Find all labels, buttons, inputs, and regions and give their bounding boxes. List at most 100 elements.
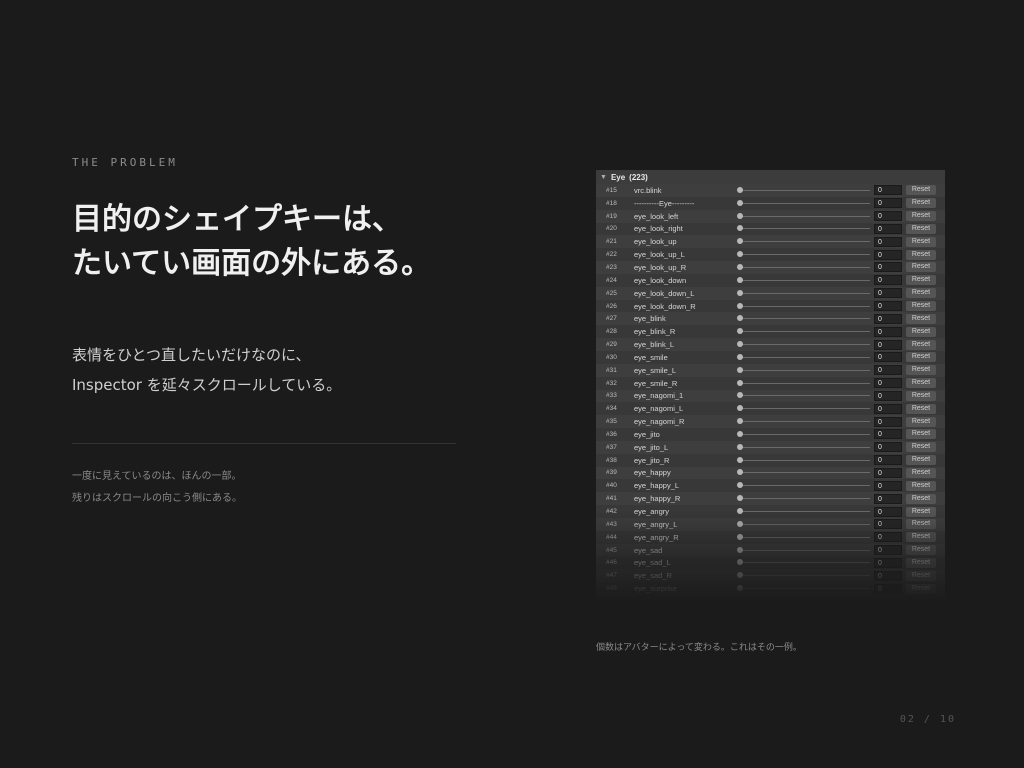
weight-slider[interactable] — [737, 585, 870, 592]
slider-knob-icon[interactable] — [737, 251, 743, 258]
eye-foldout-header[interactable]: ▼ Eye (223) — [596, 170, 945, 184]
weight-value-field[interactable]: 0 — [874, 365, 902, 376]
weight-value-field[interactable]: 0 — [874, 403, 902, 414]
weight-slider[interactable] — [737, 392, 870, 399]
weight-value-field[interactable]: 0 — [874, 236, 902, 247]
weight-slider[interactable] — [737, 225, 870, 232]
reset-button[interactable]: Reset — [906, 506, 936, 517]
weight-value-field[interactable]: 0 — [874, 198, 902, 209]
weight-slider[interactable] — [737, 520, 870, 527]
weight-slider[interactable] — [737, 315, 870, 322]
weight-slider[interactable] — [737, 251, 870, 258]
weight-slider[interactable] — [737, 212, 870, 219]
weight-slider[interactable] — [737, 328, 870, 335]
weight-value-field[interactable]: 0 — [874, 249, 902, 260]
slider-knob-icon[interactable] — [737, 212, 743, 219]
slider-knob-icon[interactable] — [737, 225, 743, 232]
reset-button[interactable]: Reset — [906, 326, 936, 337]
weight-value-field[interactable]: 0 — [874, 467, 902, 478]
reset-button[interactable]: Reset — [906, 403, 936, 414]
weight-value-field[interactable]: 0 — [874, 455, 902, 466]
weight-slider[interactable] — [737, 469, 870, 476]
reset-button[interactable]: Reset — [906, 455, 936, 466]
slider-knob-icon[interactable] — [737, 533, 743, 540]
weight-slider[interactable] — [737, 289, 870, 296]
slider-knob-icon[interactable] — [737, 559, 743, 566]
reset-button[interactable]: Reset — [906, 467, 936, 478]
weight-value-field[interactable]: 0 — [874, 390, 902, 401]
reset-button[interactable]: Reset — [906, 313, 936, 324]
weight-value-field[interactable]: 0 — [874, 506, 902, 517]
reset-button[interactable]: Reset — [906, 390, 936, 401]
weight-slider[interactable] — [737, 405, 870, 412]
weight-value-field[interactable]: 0 — [874, 416, 902, 427]
reset-button[interactable]: Reset — [906, 365, 936, 376]
slider-knob-icon[interactable] — [737, 199, 743, 206]
reset-button[interactable]: Reset — [906, 570, 936, 581]
slider-knob-icon[interactable] — [737, 289, 743, 296]
reset-button[interactable]: Reset — [906, 352, 936, 363]
slider-knob-icon[interactable] — [737, 443, 743, 450]
slider-knob-icon[interactable] — [737, 495, 743, 502]
weight-slider[interactable] — [737, 379, 870, 386]
reset-button[interactable]: Reset — [906, 249, 936, 260]
weight-value-field[interactable]: 0 — [874, 326, 902, 337]
weight-slider[interactable] — [737, 546, 870, 553]
slider-knob-icon[interactable] — [737, 328, 743, 335]
reset-button[interactable]: Reset — [906, 480, 936, 491]
weight-value-field[interactable]: 0 — [874, 223, 902, 234]
weight-value-field[interactable]: 0 — [874, 352, 902, 363]
reset-button[interactable]: Reset — [906, 429, 936, 440]
triangle-down-icon[interactable]: ▼ — [600, 174, 607, 181]
blendshape-inspector[interactable]: ▼ Eye (223) #15 vrc.blink 0 Reset #18 -------… — [596, 170, 945, 600]
weight-slider[interactable] — [737, 456, 870, 463]
weight-slider[interactable] — [737, 199, 870, 206]
weight-value-field[interactable]: 0 — [874, 301, 902, 312]
weight-slider[interactable] — [737, 482, 870, 489]
reset-button[interactable]: Reset — [906, 211, 936, 222]
slider-knob-icon[interactable] — [737, 276, 743, 283]
reset-button[interactable]: Reset — [906, 223, 936, 234]
weight-value-field[interactable]: 0 — [874, 557, 902, 568]
slider-knob-icon[interactable] — [737, 238, 743, 245]
weight-value-field[interactable]: 0 — [874, 429, 902, 440]
reset-button[interactable]: Reset — [906, 416, 936, 427]
slider-knob-icon[interactable] — [737, 186, 743, 193]
weight-value-field[interactable]: 0 — [874, 519, 902, 530]
reset-button[interactable]: Reset — [906, 262, 936, 273]
weight-slider[interactable] — [737, 263, 870, 270]
weight-value-field[interactable]: 0 — [874, 288, 902, 299]
weight-slider[interactable] — [737, 353, 870, 360]
weight-value-field[interactable]: 0 — [874, 493, 902, 504]
slider-knob-icon[interactable] — [737, 315, 743, 322]
reset-button[interactable]: Reset — [906, 378, 936, 389]
weight-slider[interactable] — [737, 559, 870, 566]
reset-button[interactable]: Reset — [906, 442, 936, 453]
reset-button[interactable]: Reset — [906, 545, 936, 556]
weight-value-field[interactable]: 0 — [874, 583, 902, 594]
weight-slider[interactable] — [737, 238, 870, 245]
slider-knob-icon[interactable] — [737, 456, 743, 463]
slider-knob-icon[interactable] — [737, 263, 743, 270]
weight-slider[interactable] — [737, 276, 870, 283]
weight-value-field[interactable]: 0 — [874, 185, 902, 196]
slider-knob-icon[interactable] — [737, 469, 743, 476]
reset-button[interactable]: Reset — [906, 198, 936, 209]
slider-knob-icon[interactable] — [737, 508, 743, 515]
weight-slider[interactable] — [737, 495, 870, 502]
slider-knob-icon[interactable] — [737, 353, 743, 360]
weight-slider[interactable] — [737, 302, 870, 309]
weight-slider[interactable] — [737, 443, 870, 450]
weight-slider[interactable] — [737, 341, 870, 348]
weight-value-field[interactable]: 0 — [874, 532, 902, 543]
weight-value-field[interactable]: 0 — [874, 339, 902, 350]
weight-slider[interactable] — [737, 533, 870, 540]
slider-knob-icon[interactable] — [737, 546, 743, 553]
weight-slider[interactable] — [737, 366, 870, 373]
weight-value-field[interactable]: 0 — [874, 545, 902, 556]
slider-knob-icon[interactable] — [737, 341, 743, 348]
reset-button[interactable]: Reset — [906, 532, 936, 543]
slider-knob-icon[interactable] — [737, 482, 743, 489]
reset-button[interactable]: Reset — [906, 185, 936, 196]
slider-knob-icon[interactable] — [737, 430, 743, 437]
